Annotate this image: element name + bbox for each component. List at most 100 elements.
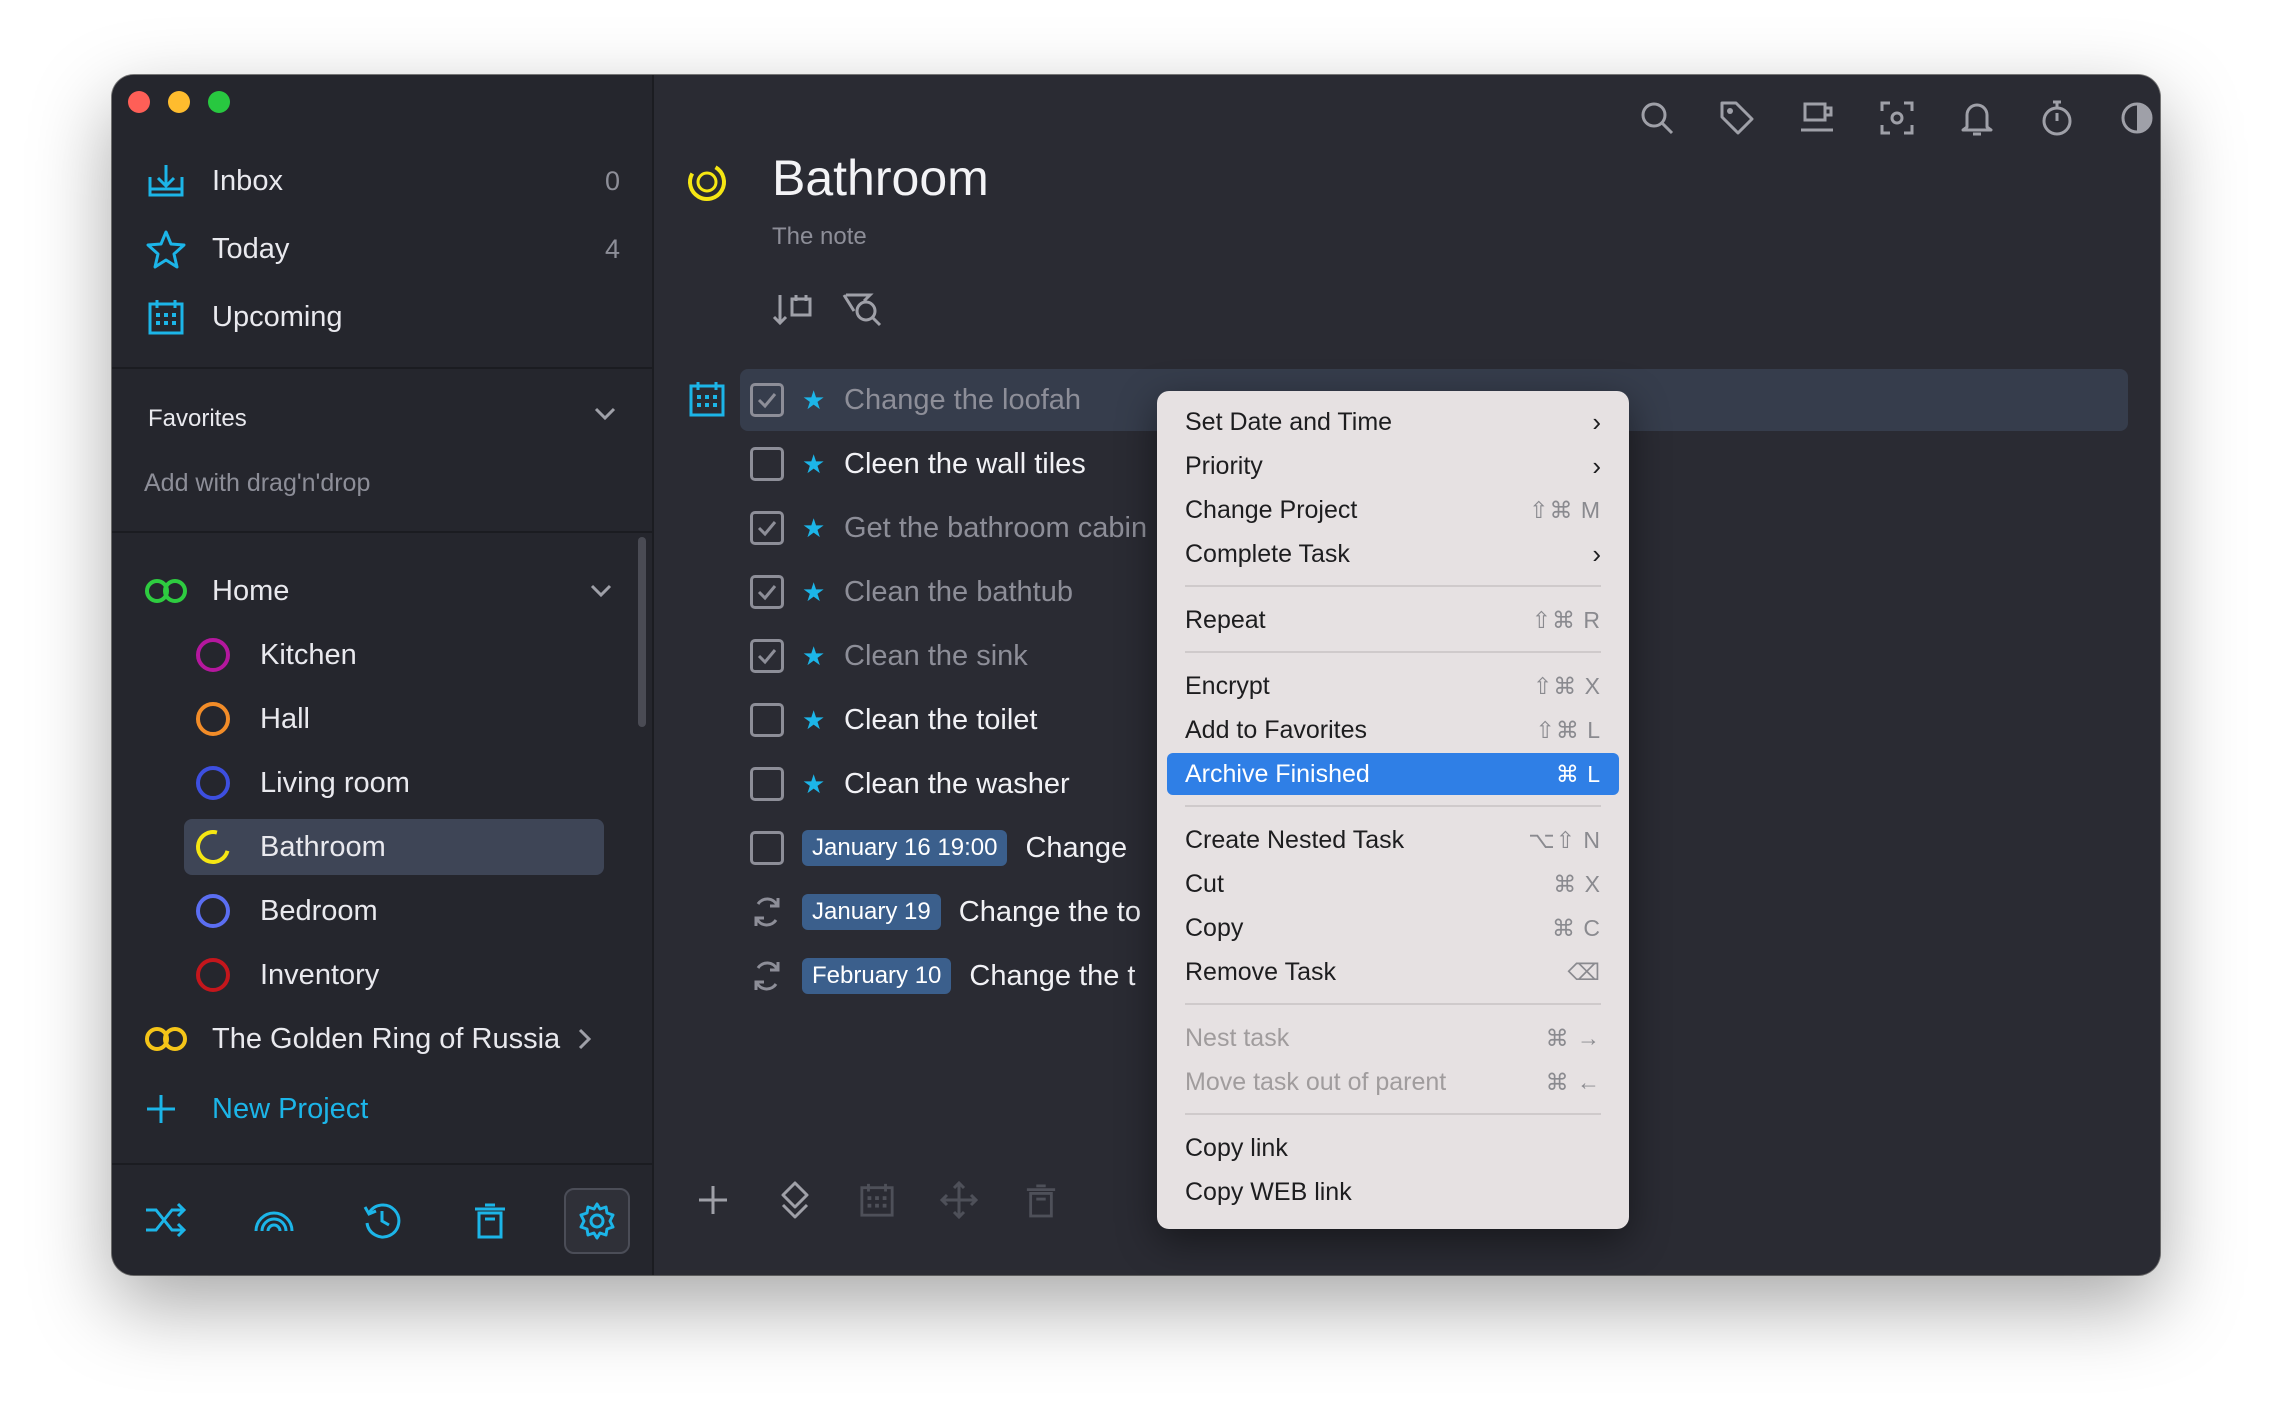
menu-item-set-date[interactable]: Set Date and Time › <box>1167 401 1619 443</box>
history-icon[interactable] <box>352 1190 412 1250</box>
menu-item-repeat[interactable]: Repeat ⇧⌘ R <box>1167 599 1619 641</box>
task-checkbox[interactable] <box>750 703 784 737</box>
project-note[interactable]: The note <box>772 223 867 251</box>
timer-icon[interactable] <box>2034 95 2080 141</box>
task-title: Clean the toilet <box>844 703 1038 736</box>
calendar-icon[interactable] <box>688 380 728 420</box>
menu-item-add-favorites[interactable]: Add to Favorites ⇧⌘ L <box>1167 709 1619 751</box>
tag-icon[interactable] <box>1714 95 1760 141</box>
chevron-right-icon[interactable] <box>574 1026 594 1052</box>
trash-icon[interactable] <box>1016 1175 1066 1225</box>
sort-by-date-icon[interactable] <box>772 289 816 329</box>
shuffle-icon[interactable] <box>136 1190 196 1250</box>
menu-separator <box>1185 1003 1601 1005</box>
add-task-plus-icon[interactable] <box>688 1175 738 1225</box>
project-label: Hall <box>260 702 310 735</box>
sidebar-item-upcoming[interactable]: Upcoming <box>144 289 620 345</box>
project-bathroom[interactable]: Bathroom <box>184 819 604 875</box>
close-window-button[interactable] <box>128 91 150 113</box>
task-title: Clean the bathtub <box>844 575 1073 608</box>
menu-item-copy[interactable]: Copy ⌘ C <box>1167 907 1619 949</box>
task-checkbox[interactable] <box>750 639 784 673</box>
repeat-icon[interactable] <box>750 895 784 929</box>
task-title: Change the to <box>958 895 1141 928</box>
menu-item-encrypt[interactable]: Encrypt ⇧⌘ X <box>1167 665 1619 707</box>
menu-separator <box>1185 585 1601 587</box>
menu-item-move-out-of-parent: Move task out of parent ⌘ ← <box>1167 1061 1619 1103</box>
menu-item-remove-task[interactable]: Remove Task ⌫ <box>1167 951 1619 993</box>
star-icon: ★ <box>802 640 826 671</box>
task-checkbox[interactable] <box>750 511 784 545</box>
star-icon: ★ <box>802 384 826 415</box>
plus-icon <box>144 1092 188 1126</box>
priority-icon[interactable] <box>770 1175 820 1225</box>
project-kitchen[interactable]: Kitchen <box>184 627 604 683</box>
shortcut: ⌘ L <box>1555 760 1601 787</box>
task-checkbox[interactable] <box>750 767 784 801</box>
bell-icon[interactable] <box>1954 95 2000 141</box>
project-living-room[interactable]: Living room <box>184 755 604 811</box>
search-comments-icon[interactable] <box>840 289 884 329</box>
shortcut: ⇧⌘ L <box>1535 716 1601 743</box>
menu-item-priority[interactable]: Priority › <box>1167 445 1619 487</box>
star-icon: ★ <box>802 576 826 607</box>
task-checkbox[interactable] <box>750 447 784 481</box>
menu-item-copy-link[interactable]: Copy link <box>1167 1127 1619 1169</box>
theme-toggle-icon[interactable] <box>2114 95 2160 141</box>
due-date-badge[interactable]: January 16 19:00 <box>802 830 1008 866</box>
due-date-badge[interactable]: February 10 <box>802 958 952 994</box>
menu-item-label: Priority <box>1185 451 1263 480</box>
project-home[interactable]: Home <box>144 563 614 619</box>
settings-button[interactable] <box>564 1188 630 1254</box>
menu-separator <box>1185 651 1601 653</box>
project-label: The Golden Ring of Russia <box>212 1022 561 1055</box>
move-icon[interactable] <box>934 1175 984 1225</box>
menu-item-copy-web-link[interactable]: Copy WEB link <box>1167 1171 1619 1213</box>
menu-item-cut[interactable]: Cut ⌘ X <box>1167 863 1619 905</box>
calendar-icon[interactable] <box>852 1175 902 1225</box>
home-collapse-chevron-icon[interactable] <box>588 578 614 604</box>
project-ring-icon <box>196 766 230 800</box>
task-title: Clean the sink <box>844 639 1028 672</box>
sidebar-item-inbox[interactable]: Inbox 0 <box>144 153 620 209</box>
menu-item-change-project[interactable]: Change Project ⇧⌘ M <box>1167 489 1619 531</box>
project-label: Bathroom <box>260 830 386 863</box>
sidebar-scrollbar[interactable] <box>638 537 646 727</box>
repeat-icon[interactable] <box>750 959 784 993</box>
task-checkbox[interactable] <box>750 831 784 865</box>
menu-item-nest-task: Nest task ⌘ → <box>1167 1017 1619 1059</box>
project-label: Bedroom <box>260 894 378 927</box>
menu-separator <box>1185 1113 1601 1115</box>
due-date-badge[interactable]: January 19 <box>802 894 941 930</box>
menu-item-archive-finished[interactable]: Archive Finished ⌘ L <box>1167 753 1619 795</box>
star-icon: ★ <box>802 512 826 543</box>
focus-icon[interactable] <box>1874 95 1920 141</box>
menu-item-create-nested[interactable]: Create Nested Task ⌥⇧ N <box>1167 819 1619 861</box>
coffee-break-icon[interactable] <box>1794 95 1840 141</box>
submenu-chevron-icon: › <box>1592 538 1601 569</box>
task-checkbox[interactable] <box>750 575 784 609</box>
star-icon <box>144 227 188 271</box>
menu-item-complete-task[interactable]: Complete Task › <box>1167 533 1619 575</box>
favorites-collapse-chevron-icon[interactable] <box>592 401 618 432</box>
task-checkbox[interactable] <box>750 383 784 417</box>
project-ring-icon <box>196 894 230 928</box>
new-project-button[interactable]: New Project <box>144 1081 368 1137</box>
project-progress-icon <box>686 161 728 203</box>
sidebar: Inbox 0 Today 4 Upcoming Favorites Add w… <box>112 75 654 1275</box>
sidebar-item-today[interactable]: Today 4 <box>144 221 620 277</box>
submenu-chevron-icon: › <box>1592 450 1601 481</box>
rainbow-icon[interactable] <box>244 1190 304 1250</box>
project-golden-ring[interactable]: The Golden Ring of Russia <box>144 1011 614 1067</box>
project-bedroom[interactable]: Bedroom <box>184 883 604 939</box>
minimize-window-button[interactable] <box>168 91 190 113</box>
project-inventory[interactable]: Inventory <box>184 947 604 1003</box>
menu-item-label: Complete Task <box>1185 539 1350 568</box>
search-icon[interactable] <box>1634 95 1680 141</box>
shortcut: ⇧⌘ R <box>1531 606 1601 633</box>
project-hall[interactable]: Hall <box>184 691 604 747</box>
menu-item-label: Change Project <box>1185 495 1358 524</box>
trash-icon[interactable] <box>460 1190 520 1250</box>
zoom-window-button[interactable] <box>208 91 230 113</box>
task-title: Cleen the wall tiles <box>844 447 1086 480</box>
